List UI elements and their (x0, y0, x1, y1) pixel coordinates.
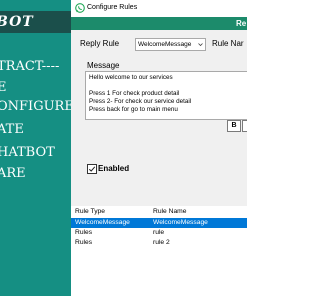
row-rule-name: WelcomeMessage (153, 219, 208, 226)
table-row[interactable]: Rules rule 2 (71, 238, 247, 248)
message-label: Message (87, 61, 120, 70)
message-line-5: Press back for go to main menu (89, 106, 178, 113)
enabled-label: Enabled (98, 164, 130, 173)
message-line-4: Press 2- For check our service detail (89, 98, 192, 105)
header-bar: Re (71, 17, 247, 30)
screenshot: BOT TRACT---- E ONFIGURE ATE HATBOT ARE … (0, 0, 247, 296)
reply-rule-select[interactable]: WelcomeMessage (135, 38, 206, 51)
chevron-down-icon (198, 43, 203, 47)
configure-rules-window: Configure Rules Re Reply Rule WelcomeMes… (71, 0, 247, 296)
format-button[interactable] (242, 120, 247, 132)
rule-name-label: Rule Nar (212, 39, 244, 48)
message-line-3: Press 1 For check product detail (89, 90, 180, 97)
column-rule-type[interactable]: Rule Type (75, 207, 105, 217)
bold-button[interactable]: B (227, 120, 241, 132)
promo-line-1: TRACT---- (0, 59, 60, 74)
row-rule-type: Rules (75, 229, 93, 236)
window-title: Configure Rules (87, 4, 138, 11)
title-bar: Configure Rules (71, 0, 247, 18)
reply-rule-value: WelcomeMessage (138, 41, 192, 48)
promo-line-3: ONFIGURE (0, 99, 74, 114)
promo-line-6: ARE (0, 166, 26, 181)
row-rule-name: rule (153, 229, 165, 236)
enabled-checkbox[interactable] (87, 164, 97, 174)
rules-table: Rule Type Rule Name WelcomeMessage Welco… (71, 206, 247, 296)
promo-title: BOT (0, 11, 71, 33)
promo-line-4: ATE (0, 122, 24, 137)
promo-line-5: HATBOT (0, 145, 55, 160)
checkmark-icon (88, 166, 96, 172)
row-rule-name: rule 2 (153, 239, 170, 246)
table-row[interactable]: WelcomeMessage WelcomeMessage (71, 218, 247, 228)
row-rule-type: WelcomeMessage (75, 219, 130, 226)
reply-rule-label: Reply Rule (80, 39, 120, 48)
promo-panel: BOT TRACT---- E ONFIGURE ATE HATBOT ARE (0, 0, 74, 296)
promo-line-2: E (0, 80, 7, 95)
message-line-1: Hello welcome to our services (89, 74, 173, 81)
row-rule-type: Rules (75, 239, 93, 246)
table-row[interactable]: Rules rule (71, 228, 247, 238)
header-text: Re (236, 19, 247, 28)
column-rule-name[interactable]: Rule Name (153, 207, 186, 217)
whatsapp-icon (75, 3, 85, 13)
message-textarea[interactable]: Hello welcome to our services Press 1 Fo… (85, 71, 247, 120)
